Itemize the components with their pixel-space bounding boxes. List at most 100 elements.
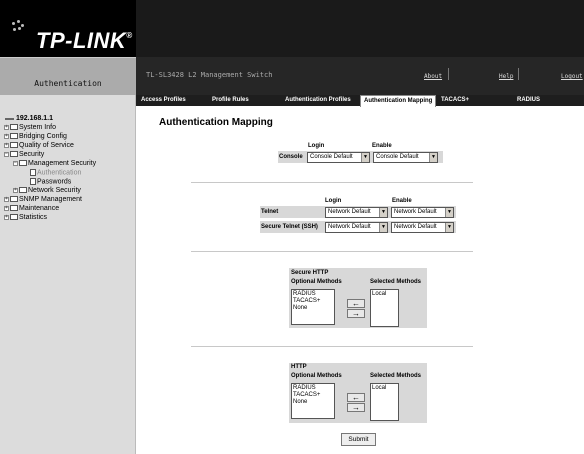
list-item[interactable]: Local <box>372 291 397 298</box>
chevron-down-icon: ▼ <box>379 223 387 232</box>
http-remove-button[interactable]: ← <box>347 393 365 402</box>
expand-icon: + <box>4 213 9 220</box>
page-title: Authentication Mapping <box>159 117 273 128</box>
https-title: Secure HTTP <box>291 270 329 276</box>
http-add-button[interactable]: → <box>347 403 365 412</box>
arrow-left-icon: ← <box>352 393 360 402</box>
tp-link-logo-icon <box>10 20 30 40</box>
expand-icon: + <box>4 123 9 130</box>
ssh-enable-select[interactable]: Network Default ▼ <box>391 222 454 233</box>
chevron-down-icon: ▼ <box>361 153 369 162</box>
https-remove-button[interactable]: ← <box>347 299 365 308</box>
sidebar-item-system-info[interactable]: + System Info <box>4 124 56 131</box>
collapse-icon: − <box>4 150 9 157</box>
expand-icon: + <box>4 141 9 148</box>
expand-icon: + <box>13 186 18 193</box>
help-link[interactable]: Help <box>499 73 513 80</box>
list-item[interactable]: None <box>293 305 333 312</box>
arrow-left-icon: ← <box>352 299 360 308</box>
folder-icon <box>10 205 18 212</box>
expand-icon: + <box>4 195 9 202</box>
https-selected-list[interactable]: Local <box>370 289 399 327</box>
collapse-icon: − <box>13 159 18 166</box>
https-add-button[interactable]: → <box>347 309 365 318</box>
list-item[interactable]: TACACS+ <box>293 298 333 305</box>
console-enable-header: Enable <box>372 143 392 149</box>
list-item[interactable]: Local <box>372 385 397 392</box>
expand-icon: + <box>4 132 9 139</box>
page-icon <box>30 178 36 185</box>
header-separator <box>448 68 449 80</box>
http-title: HTTP <box>291 364 307 370</box>
remote-enable-header: Enable <box>392 198 412 204</box>
folder-icon <box>10 133 18 140</box>
http-optional-label: Optional Methods <box>291 373 342 379</box>
tab-bar: Access Profiles Profile Rules Authentica… <box>136 95 584 107</box>
sidebar-item-quality-of-service[interactable]: + Quality of Service <box>4 142 74 149</box>
section-title: Authentication <box>34 79 102 88</box>
page-icon <box>30 169 36 176</box>
header-right-top <box>136 0 584 57</box>
tab-tacacs[interactable]: TACACS+ <box>438 95 472 106</box>
tab-access-profiles[interactable]: Access Profiles <box>138 95 189 106</box>
arrow-right-icon: → <box>352 309 360 318</box>
remote-login-header: Login <box>325 198 342 204</box>
sidebar-item-network-security[interactable]: + Network Security <box>13 187 81 194</box>
divider <box>191 251 473 252</box>
tab-authentication-mapping[interactable]: Authentication Mapping <box>360 95 437 107</box>
divider <box>191 346 473 347</box>
telnet-login-select[interactable]: Network Default ▼ <box>325 207 388 218</box>
sidebar-item-snmp-management[interactable]: + SNMP Management <box>4 196 82 203</box>
tab-profile-rules[interactable]: Profile Rules <box>209 95 252 106</box>
list-item[interactable]: RADIUS <box>293 385 333 392</box>
telnet-label: Telnet <box>261 209 279 215</box>
chevron-down-icon: ▼ <box>445 223 453 232</box>
folder-icon <box>19 160 27 167</box>
sidebar-item-statistics[interactable]: + Statistics <box>4 214 47 221</box>
sidebar-item-authentication[interactable]: Authentication <box>30 169 81 176</box>
ssh-login-select[interactable]: Network Default ▼ <box>325 222 388 233</box>
arrow-right-icon: → <box>352 403 360 412</box>
http-selected-list[interactable]: Local <box>370 383 399 421</box>
folder-icon <box>10 151 18 158</box>
logo-area: TP-LINK® <box>0 0 136 57</box>
sidebar-item-bridging-config[interactable]: + Bridging Config <box>4 133 67 140</box>
telnet-enable-select[interactable]: Network Default ▼ <box>391 207 454 218</box>
section-panel: Authentication <box>0 57 136 95</box>
about-link[interactable]: About <box>424 73 442 80</box>
https-optional-list[interactable]: RADIUS TACACS+ None <box>291 289 335 325</box>
folder-icon <box>19 187 27 194</box>
sidebar-item-maintenance[interactable]: + Maintenance <box>4 205 59 212</box>
console-login-select[interactable]: Console Default ▼ <box>307 152 370 163</box>
expand-icon: + <box>4 204 9 211</box>
console-label: Console <box>279 154 303 160</box>
chevron-down-icon: ▼ <box>429 153 437 162</box>
network-icon <box>5 116 14 121</box>
sidebar-item-security[interactable]: − Security <box>4 151 44 158</box>
http-selected-label: Selected Methods <box>370 373 422 379</box>
http-optional-list[interactable]: RADIUS TACACS+ None <box>291 383 335 419</box>
list-item[interactable]: TACACS+ <box>293 392 333 399</box>
folder-icon <box>10 142 18 149</box>
sidebar-item-management-security[interactable]: − Management Security <box>13 160 96 167</box>
switch-model-name: TL-SL3428 L2 Management Switch <box>146 71 273 79</box>
https-selected-label: Selected Methods <box>370 279 422 285</box>
console-enable-select[interactable]: Console Default ▼ <box>373 152 438 163</box>
console-login-header: Login <box>308 143 325 149</box>
https-optional-label: Optional Methods <box>291 279 342 285</box>
tab-authentication-profiles[interactable]: Authentication Profiles <box>282 95 354 106</box>
logout-link[interactable]: Logout <box>561 73 583 80</box>
brand-logo: TP-LINK® <box>36 28 133 53</box>
folder-icon <box>10 196 18 203</box>
tab-radius[interactable]: RADIUS <box>514 95 543 106</box>
folder-icon <box>10 214 18 221</box>
chevron-down-icon: ▼ <box>445 208 453 217</box>
folder-icon <box>10 124 18 131</box>
submit-button[interactable]: Submit <box>341 433 376 446</box>
sidebar-item-passwords[interactable]: Passwords <box>30 178 71 185</box>
list-item[interactable]: RADIUS <box>293 291 333 298</box>
header-separator <box>518 68 519 80</box>
divider <box>191 182 473 183</box>
sidebar-root[interactable]: 192.168.1.1 <box>5 115 53 122</box>
list-item[interactable]: None <box>293 399 333 406</box>
